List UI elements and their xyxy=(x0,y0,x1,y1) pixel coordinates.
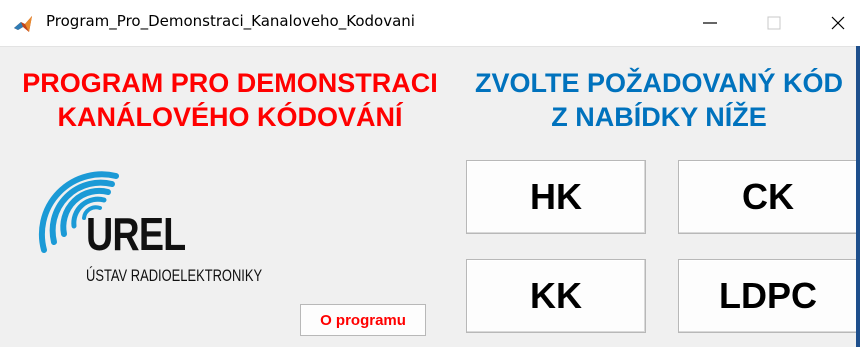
about-program-button[interactable]: O programu xyxy=(300,304,426,336)
minimize-icon xyxy=(703,22,717,24)
maximize-button[interactable] xyxy=(742,0,806,46)
choose-code-heading-line2: Z NABÍDKY NÍŽE xyxy=(551,102,767,132)
program-heading-line1: PROGRAM PRO DEMONSTRACI xyxy=(22,68,438,98)
hk-button[interactable]: HK xyxy=(466,160,646,234)
close-button[interactable] xyxy=(806,0,860,46)
title-bar: Program_Pro_Demonstraci_Kanaloveho_Kodov… xyxy=(0,0,860,47)
maximize-icon xyxy=(767,16,781,30)
urel-logo-subtitle: ÚSTAV RADIOELEKTRONIKY xyxy=(86,266,263,285)
close-icon xyxy=(831,16,845,30)
ldpc-button[interactable]: LDPC xyxy=(678,259,858,333)
program-heading-line2: KANÁLOVÉHO KÓDOVÁNÍ xyxy=(57,102,403,132)
program-heading: PROGRAM PRO DEMONSTRACI KANÁLOVÉHO KÓDOV… xyxy=(0,66,460,134)
choose-code-heading-line1: ZVOLTE POŽADOVANÝ KÓD xyxy=(474,68,843,98)
matlab-icon xyxy=(14,16,32,32)
choose-code-heading: ZVOLTE POŽADOVANÝ KÓD Z NABÍDKY NÍŽE xyxy=(458,66,860,134)
ck-button[interactable]: CK xyxy=(678,160,858,234)
window-edge xyxy=(856,46,860,347)
kk-button[interactable]: KK xyxy=(466,259,646,333)
window-title: Program_Pro_Demonstraci_Kanaloveho_Kodov… xyxy=(46,12,415,30)
minimize-button[interactable] xyxy=(678,0,742,46)
urel-logo-name: UREL xyxy=(86,208,186,260)
